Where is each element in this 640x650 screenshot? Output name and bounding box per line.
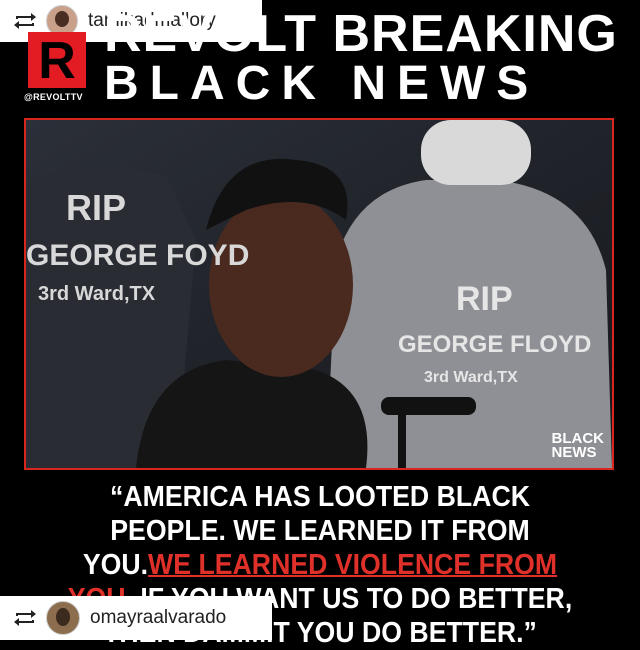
video-still: RIP GEORGE FOYD 3rd Ward,TX RIP GEORGE F… — [26, 120, 612, 468]
channel-handle: @REVOLTTV — [24, 92, 83, 102]
video-frame[interactable]: RIP GEORGE FOYD 3rd Ward,TX RIP GEORGE F… — [24, 118, 614, 470]
black-news-watermark: BLACK NEWS — [551, 431, 605, 461]
hoodie-text-right-2: GEORGE FLOYD — [398, 331, 591, 358]
avatar[interactable] — [46, 601, 80, 635]
hoodie-text-left-1: RIP — [66, 187, 126, 228]
headline-line-1: REVOLT BREAKING — [104, 5, 618, 63]
revolt-logo: R — [28, 32, 86, 90]
hoodie-text-left-2: GEORGE FOYD — [26, 239, 249, 272]
watermark-line-2: NEWS — [551, 444, 597, 461]
repost-username[interactable]: omayraalvarado — [90, 607, 226, 629]
hoodie-text-left-3: 3rd Ward,TX — [38, 283, 156, 305]
repost-icon — [14, 13, 36, 29]
repost-icon — [14, 610, 36, 626]
hoodie-text-right-1: RIP — [456, 280, 513, 318]
headline-line-2: BLACK NEWS — [104, 57, 540, 110]
repost-badge-bottom[interactable]: omayraalvarado — [0, 596, 272, 640]
hoodie-text-right-3: 3rd Ward,TX — [424, 369, 518, 386]
